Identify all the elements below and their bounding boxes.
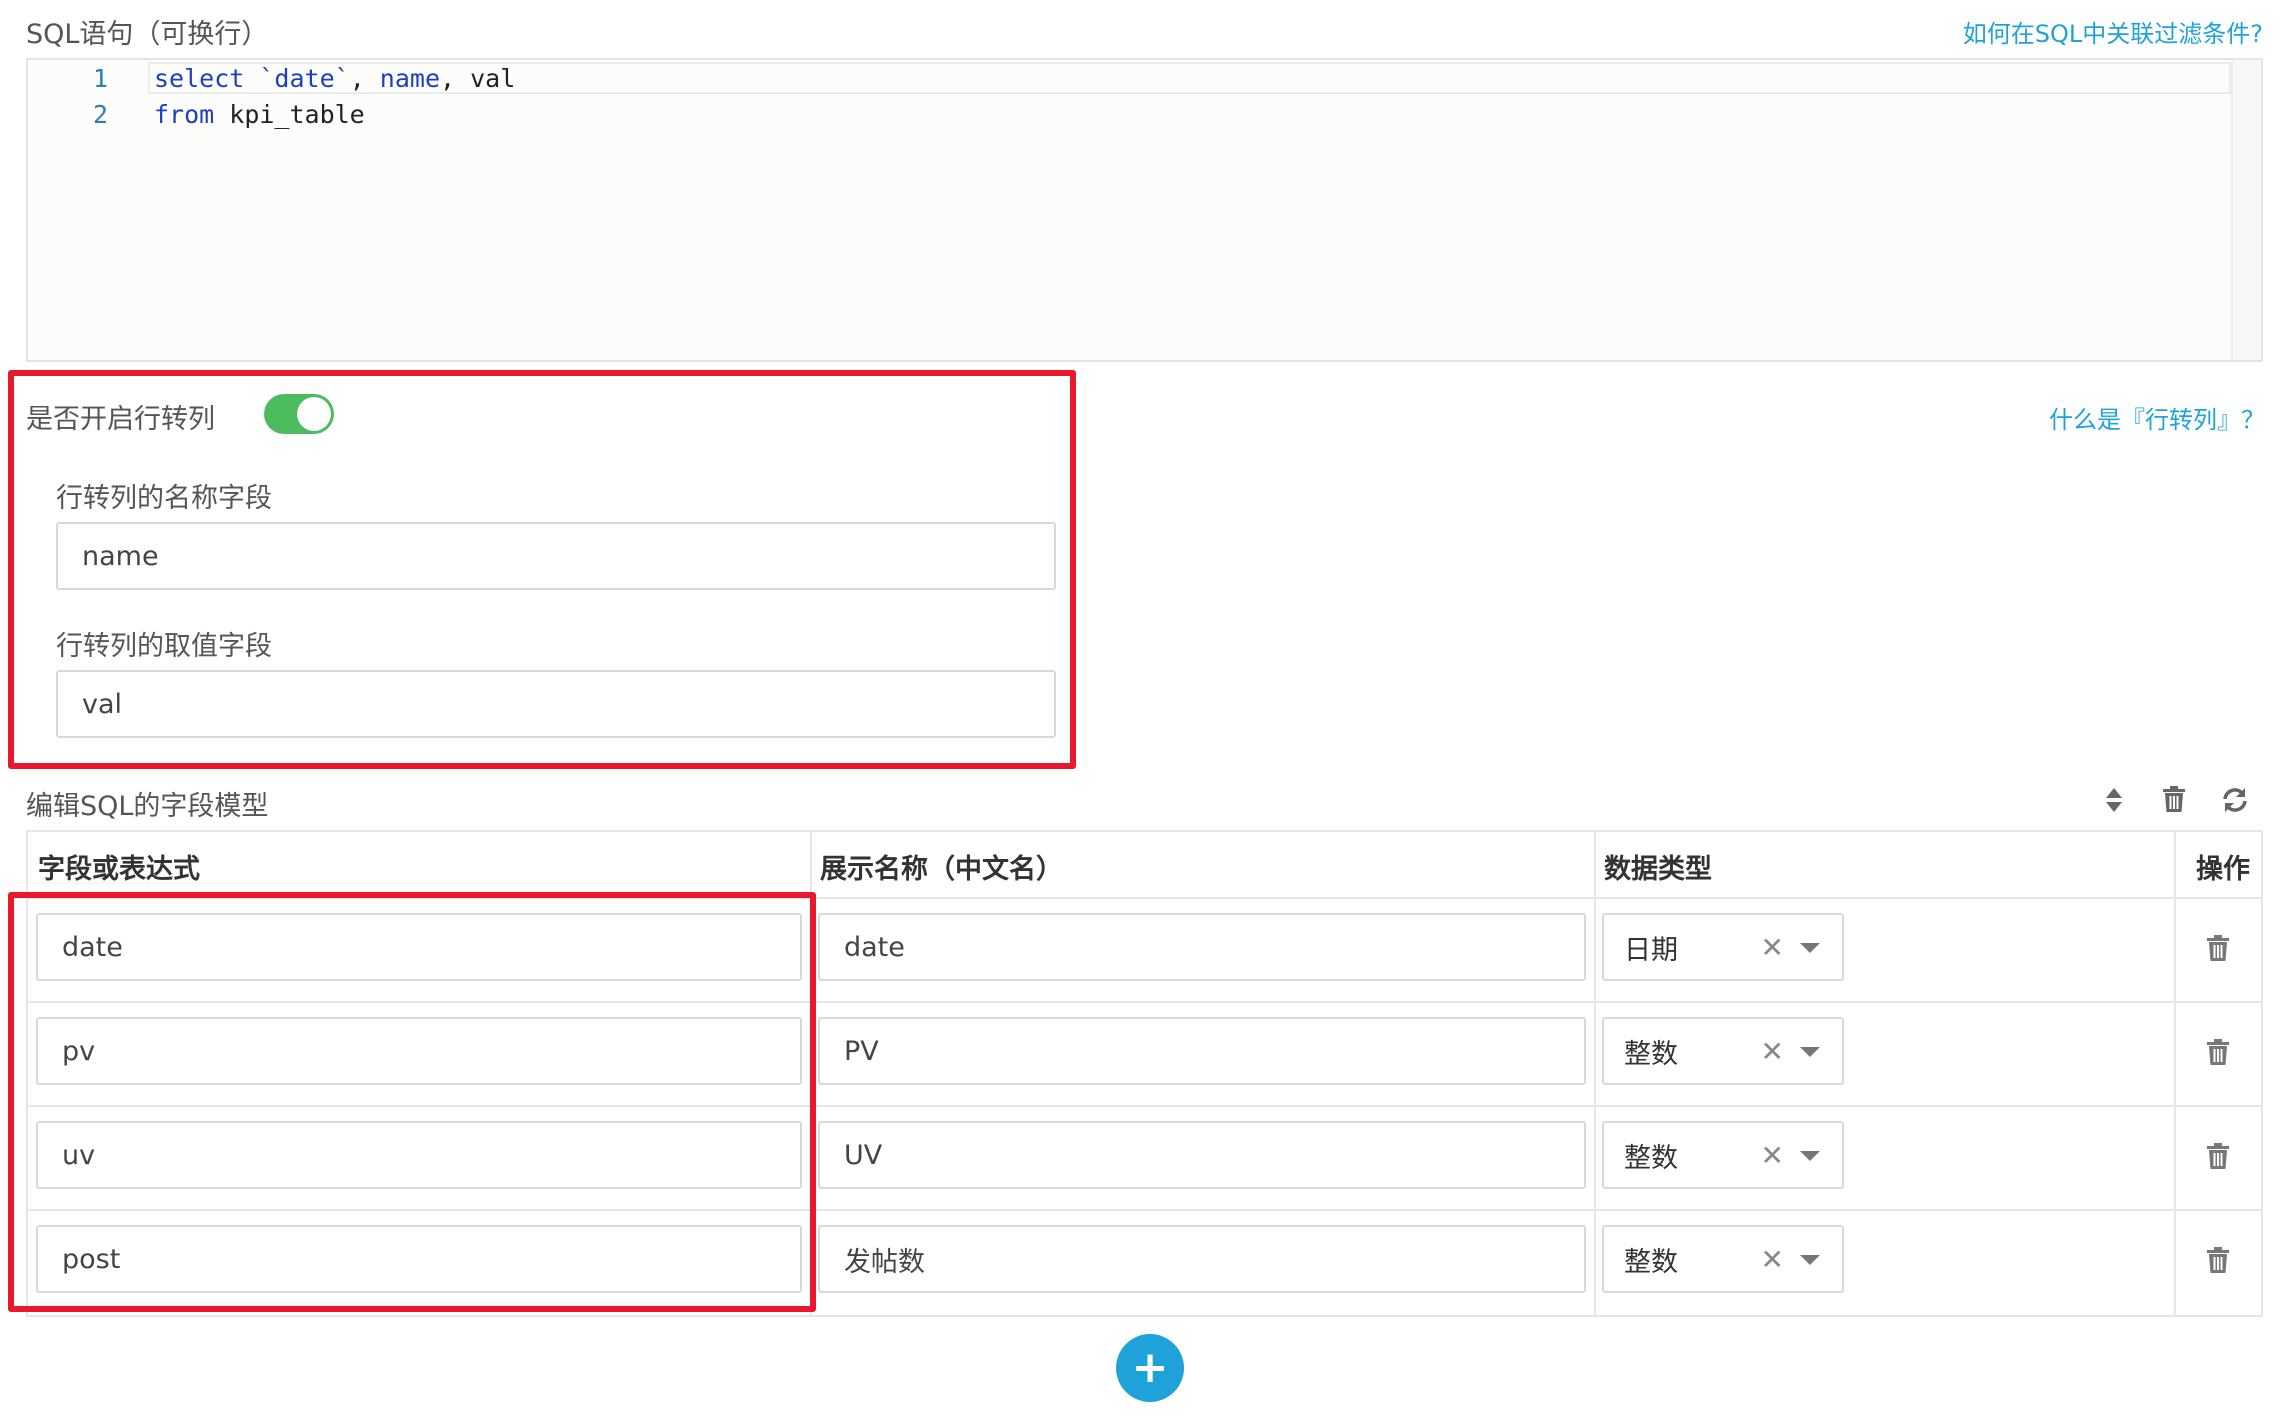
delete-row-icon[interactable]	[2207, 1247, 2229, 1273]
code-token: ,	[349, 64, 380, 93]
data-type-value: 日期	[1624, 934, 1678, 966]
code-line[interactable]: from kpi_table	[154, 100, 365, 129]
sort-icon[interactable]	[2104, 786, 2124, 818]
delete-row-icon[interactable]	[2207, 1143, 2229, 1169]
fields-highlight-box	[8, 892, 816, 1312]
clear-icon[interactable]: ✕	[1761, 1019, 1784, 1083]
chevron-down-icon[interactable]	[1800, 1047, 1820, 1057]
display-name-input[interactable]: UV	[818, 1121, 1586, 1189]
code-token: kpi_table	[214, 100, 365, 129]
trash-icon[interactable]	[2163, 786, 2185, 816]
clear-icon[interactable]: ✕	[1761, 1227, 1784, 1291]
code-token: , val	[440, 64, 516, 93]
line-number: 1	[92, 64, 108, 93]
code-token: from	[154, 100, 215, 129]
display-name-input[interactable]: PV	[818, 1017, 1586, 1085]
plus-icon: +	[1131, 1342, 1169, 1393]
display-name-input[interactable]: 发帖数	[818, 1225, 1586, 1293]
sql-help-link[interactable]: 如何在SQL中关联过滤条件?	[1963, 14, 2263, 49]
code-token: name	[379, 64, 441, 93]
data-type-select[interactable]: 日期 ✕	[1602, 913, 1844, 981]
field-model-title: 编辑SQL的字段模型	[26, 791, 269, 822]
code-token: `date`	[259, 64, 350, 93]
display-name-value: date	[844, 931, 905, 963]
display-name-value: 发帖数	[844, 1246, 925, 1278]
data-type-value: 整数	[1624, 1142, 1678, 1174]
column-header-display: 展示名称（中文名）	[820, 854, 1063, 885]
column-header-action: 操作	[2196, 854, 2250, 885]
data-type-select[interactable]: 整数 ✕	[1602, 1121, 1844, 1189]
code-token: select	[154, 64, 245, 93]
line-number: 2	[92, 100, 108, 129]
editor-scrollbar[interactable]	[2231, 60, 2261, 360]
sql-editor[interactable]: 1 select `date`, name, val 2 from kpi_table	[26, 58, 2263, 362]
data-type-select[interactable]: 整数 ✕	[1602, 1017, 1844, 1085]
code-line[interactable]: select `date`, name, val	[154, 64, 515, 93]
display-name-value: UV	[844, 1139, 883, 1171]
delete-row-icon[interactable]	[2207, 935, 2229, 961]
chevron-down-icon[interactable]	[1800, 1255, 1820, 1265]
add-row-button[interactable]: +	[1116, 1334, 1184, 1402]
pivot-highlight-box	[8, 370, 1076, 769]
column-header-type: 数据类型	[1604, 854, 1712, 885]
pivot-help-link[interactable]: 什么是『行转列』？	[2049, 400, 2265, 435]
refresh-icon[interactable]	[2221, 786, 2249, 818]
clear-icon[interactable]: ✕	[1761, 915, 1784, 979]
data-type-value: 整数	[1624, 1246, 1678, 1278]
display-name-value: PV	[844, 1035, 879, 1067]
data-type-select[interactable]: 整数 ✕	[1602, 1225, 1844, 1293]
delete-row-icon[interactable]	[2207, 1039, 2229, 1065]
chevron-down-icon[interactable]	[1800, 1151, 1820, 1161]
display-name-input[interactable]: date	[818, 913, 1586, 981]
chevron-down-icon[interactable]	[1800, 943, 1820, 953]
column-header-field: 字段或表达式	[38, 854, 200, 885]
clear-icon[interactable]: ✕	[1761, 1123, 1784, 1187]
data-type-value: 整数	[1624, 1038, 1678, 1070]
sql-label: SQL语句（可换行）	[26, 19, 269, 50]
